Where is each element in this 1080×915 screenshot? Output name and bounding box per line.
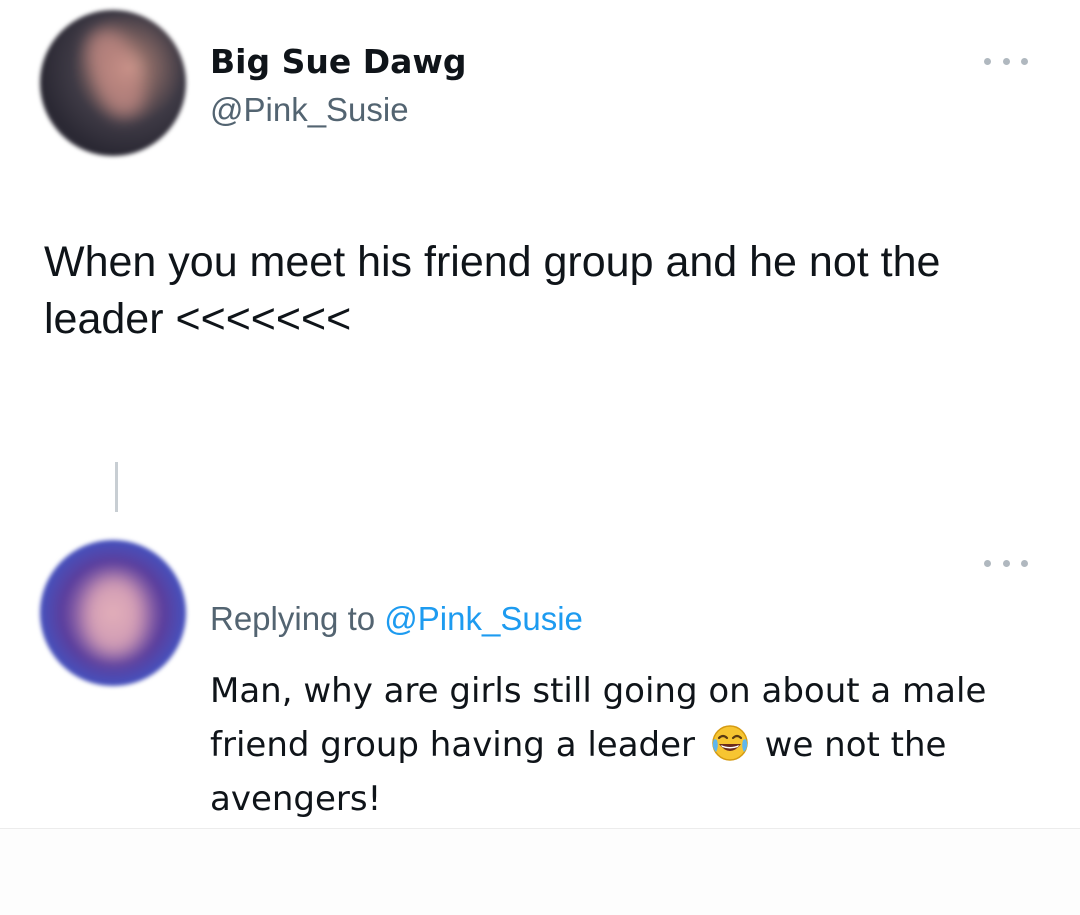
- thread-connector-line: [115, 462, 118, 512]
- more-options-icon[interactable]: [984, 55, 1028, 67]
- more-options-icon[interactable]: [984, 557, 1028, 569]
- replying-to-line: Replying to @Pink_Susie: [210, 597, 583, 641]
- author-avatar[interactable]: [40, 10, 186, 156]
- face-with-tears-of-joy-icon: [712, 725, 748, 761]
- avatar-blur: [77, 22, 153, 124]
- page-background: [0, 829, 1080, 915]
- dot: [1002, 57, 1010, 65]
- dot: [984, 559, 991, 567]
- avatar-blur: [84, 576, 144, 656]
- dot: [1002, 559, 1010, 567]
- replying-to-label: Replying to: [210, 600, 376, 637]
- dot: [1021, 559, 1028, 567]
- reply-text: Man, why are girls still going on about …: [210, 664, 1060, 826]
- tweet-text: When you meet his friend group and he no…: [44, 238, 941, 343]
- reply-author-avatar[interactable]: [40, 540, 186, 686]
- dot: [984, 57, 991, 65]
- author-handle[interactable]: @Pink_Susie: [210, 88, 409, 132]
- author-display-name[interactable]: Big Sue Dawg: [210, 40, 466, 84]
- tweet-thread-card: Big Sue Dawg @Pink_Susie When you meet h…: [0, 0, 1080, 828]
- dot: [1021, 57, 1028, 65]
- replying-to-mention-link[interactable]: @Pink_Susie: [384, 600, 583, 637]
